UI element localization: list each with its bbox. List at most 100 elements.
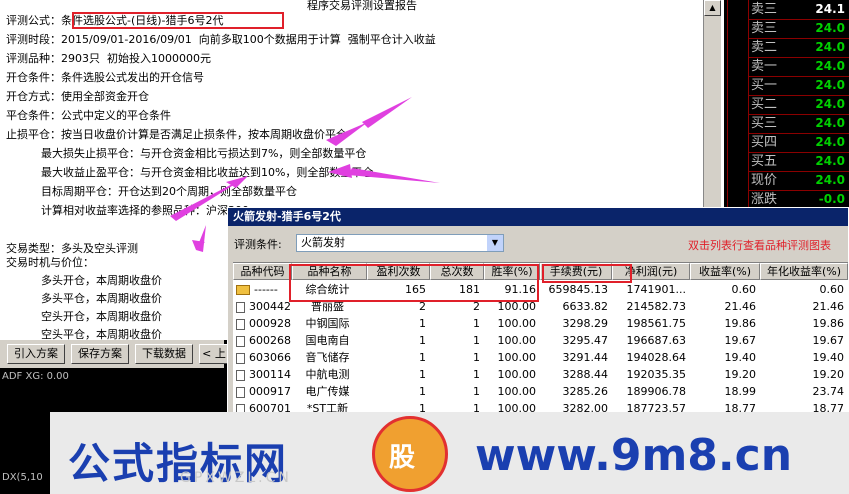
cell-wins: 1 [419,317,426,330]
quote-label: 卖三 [751,2,778,17]
faint-watermark: GPXWZL.CN [180,470,292,486]
quote-divider [748,0,749,210]
cell-total: 1 [473,317,480,330]
chevron-down-icon[interactable]: ▼ [487,235,503,251]
cell-fee: 3285.26 [562,385,609,398]
quote-value: 24.0 [815,154,845,168]
quote-value: 24.0 [815,21,845,35]
cell-rate: 100.00 [497,334,537,347]
document-icon [236,301,245,313]
cell-total: 1 [473,385,480,398]
cell-wins: 1 [419,368,426,381]
condition-label: 评测条件: [234,238,282,251]
folder-icon [236,285,250,295]
quote-label: 卖二 [751,40,778,55]
cell-annual: 0.60 [819,283,845,296]
cell-profit: 214582.73 [626,300,687,313]
cell-fee: 659845.13 [548,283,609,296]
document-icon [236,335,245,347]
quote-value: 24.0 [815,78,845,92]
site-url: www.9m8.cn [475,430,793,481]
cell-total: 1 [473,368,480,381]
quote-label: 现价 [751,173,778,188]
quote-label: 卖三 [751,21,778,36]
adf-indicator-label: ADF XG: 0.00 [2,371,69,382]
cell-name: 中钢国际 [305,317,350,330]
dx-indicator-label: DX(5,10 [2,472,43,483]
action-button-bar: 引入方案 保存方案 下载数据 < 上 [0,340,229,368]
document-icon [236,352,245,364]
condition-select[interactable]: 火箭发射 ▼ [296,234,504,252]
save-plan-button[interactable]: 保存方案 [71,344,129,364]
cell-total: 1 [473,334,480,347]
quote-divider [727,0,728,210]
cell-code-wrap: ------ [236,281,291,298]
cell-total: 1 [473,351,480,364]
fee-header-highlight-box [542,264,632,283]
cell-code-wrap: 000917 [236,383,291,400]
cell-code-wrap: 300442 [236,298,291,315]
condition-select-value: 火箭发射 [301,236,345,249]
cell-fee: 3291.44 [562,351,609,364]
column-header[interactable]: 品种代码 [233,263,292,280]
cell-annual: 19.86 [812,317,845,330]
cell-name: 音飞储存 [305,351,350,364]
column-header[interactable]: 收益率(%) [690,263,760,280]
cell-annual: 23.74 [812,385,845,398]
column-header[interactable]: 年化收益率(%) [760,263,848,280]
cell-profit: 194028.64 [626,351,687,364]
cell-ret: 18.99 [724,385,757,398]
cell-annual: 21.46 [812,300,845,313]
table-row[interactable]: 603066 音飞储存 1 1 100.00 3291.44 194028.64 19.40 1… [233,349,848,366]
cell-code-wrap: 603066 [236,349,291,366]
table-row[interactable]: 300114 中航电测 1 1 100.00 3288.44 192035.35 19.20 1… [233,366,848,383]
cell-wins: 1 [419,351,426,364]
cell-code: 300114 [249,368,291,381]
quote-label: 买四 [751,135,778,150]
quote-label: 卖一 [751,59,778,74]
quote-label: 买五 [751,154,778,169]
table-row[interactable]: 000917 电广传媒 1 1 100.00 3285.26 189906.78 18.99 2… [233,383,848,400]
cell-code: 300442 [249,300,291,313]
quote-value: 24.0 [815,116,845,130]
download-data-button[interactable]: 下载数据 [135,344,193,364]
quote-value: 24.0 [815,97,845,111]
cell-code-wrap: 600268 [236,332,291,349]
table-row[interactable]: 600268 国电南自 1 1 100.00 3295.47 196687.63 19.67 1… [233,332,848,349]
cell-fee: 3288.44 [562,368,609,381]
summary-highlight-box [289,264,539,302]
cell-fee: 3298.29 [562,317,609,330]
table-row[interactable]: 000928 中钢国际 1 1 100.00 3298.29 198561.75 19.86 1… [233,315,848,332]
watermark-banner: 公式指标网 股 www.9m8.cn GPXWZL.CN [50,412,849,494]
logo-glyph: 股 [389,443,416,473]
cell-code: 000917 [249,385,291,398]
cell-annual: 19.40 [812,351,845,364]
cell-rate: 100.00 [497,351,537,364]
window-title: 火箭发射-猎手6号2代 [228,208,848,226]
prev-button[interactable]: < 上 [199,344,229,364]
quote-value: 24.1 [815,2,845,16]
quote-label: 涨跌 [751,192,778,207]
cell-code: 000928 [249,317,291,330]
cell-ret: 19.86 [724,317,757,330]
cell-fee: 6633.82 [562,300,609,313]
document-icon [236,369,245,381]
cell-fee: 3295.47 [562,334,609,347]
backtest-result-window: 火箭发射-猎手6号2代 评测条件: 火箭发射 ▼ 双击列表行查看品种评测图表 品… [227,207,849,419]
document-icon [236,386,245,398]
site-logo-icon: 股 [372,416,448,492]
cell-code: 600268 [249,334,291,347]
cell-rate: 100.00 [497,385,537,398]
cell-ret: 21.46 [724,300,757,313]
quote-value: -0.0 [818,192,845,206]
import-plan-button[interactable]: 引入方案 [7,344,65,364]
quote-label: 买二 [751,97,778,112]
cell-name: 国电南自 [305,334,350,347]
cell-name: 中航电测 [305,368,350,381]
cell-rate: 100.00 [497,368,537,381]
cell-profit: 189906.78 [626,385,687,398]
document-icon [236,318,245,330]
cell-ret: 0.60 [731,283,757,296]
cell-name: 电广传媒 [305,385,350,398]
double-click-hint: 双击列表行查看品种评测图表 [688,239,831,252]
